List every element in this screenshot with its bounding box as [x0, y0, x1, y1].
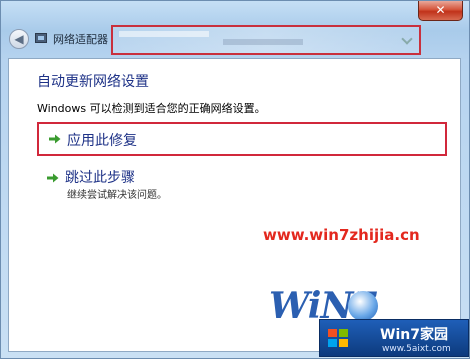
description-text: Windows 可以检测到适合您的正确网络设置。 — [37, 102, 266, 115]
blurred-text — [119, 31, 209, 37]
highlighted-blurred-area — [111, 25, 421, 55]
watermark-badge-url: www.5aixt.com — [382, 344, 451, 354]
navigation-bar: ◀ 网络适配器 — [1, 23, 469, 57]
close-button[interactable]: ✕ — [418, 1, 463, 21]
content-panel: 自动更新网络设置 Windows 可以检测到适合您的正确网络设置。 应用此修复 … — [8, 58, 461, 352]
watermark-badge: Win7家园 www.5aixt.com — [319, 319, 469, 357]
skip-step-description: 继续尝试解决该问题。 — [67, 190, 167, 201]
skip-step-label: 跳过此步骤 — [65, 170, 135, 186]
dialog-window: ✕ ◀ 网络适配器 自动更新网络设置 Windows 可以检测到适合您的正确网络… — [0, 0, 470, 359]
green-arrow-icon — [47, 173, 59, 183]
windows-orb-icon — [348, 291, 378, 321]
skip-step-option[interactable]: 跳过此步骤 继续尝试解决该问题。 — [37, 165, 447, 205]
windows-flag-icon — [328, 329, 348, 347]
blurred-text — [223, 39, 303, 45]
title-bar: ✕ — [1, 1, 469, 25]
chevron-down-icon[interactable] — [401, 33, 413, 45]
apply-fix-option[interactable]: 应用此修复 — [37, 122, 447, 156]
green-arrow-icon — [49, 134, 61, 144]
back-button[interactable]: ◀ — [9, 29, 29, 49]
network-adapter-icon — [35, 33, 47, 43]
watermark-url: www.win7zhijia.cn — [263, 226, 420, 244]
watermark-badge-title: Win7家园 — [380, 327, 448, 343]
page-title: 自动更新网络设置 — [37, 74, 149, 90]
apply-fix-label: 应用此修复 — [67, 133, 137, 149]
nav-title: 网络适配器 — [53, 33, 108, 46]
